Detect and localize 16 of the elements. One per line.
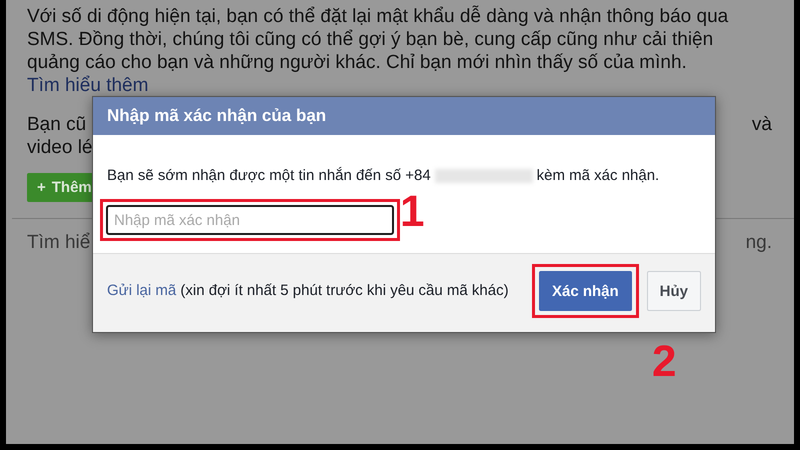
footer-text: Tìm hiể [27,231,90,254]
cancel-button[interactable]: Hủy [646,271,701,311]
body-text: video lé [27,136,92,159]
footer-text: ng. [746,231,772,254]
code-input-field[interactable]: Nhập mã xác nhận [106,205,394,235]
step-number: 1 [400,190,424,234]
learn-more-link[interactable]: Tìm hiểu thêm [27,75,148,96]
dialog-message: Bạn sẽ sớm nhận được một tin nhắn đến số +84 kèm mã xác nhận. [107,166,660,186]
step-number: 2 [652,340,676,384]
resend-link[interactable]: Gửi lại mã [107,282,176,299]
dialog-title: Nhập mã xác nhận của bạn [93,97,715,135]
confirm-button[interactable]: Xác nhận [538,271,632,311]
body-text: Bạn cũ [27,113,86,136]
body-text: và [752,113,772,136]
resend-note: Gửi lại mã (xin đợi ít nhất 5 phút trước khi yêu cầu mã khác) [107,281,510,301]
intro-paragraph: Với số di động hiện tại, bạn có thể đặt lại mật khẩu dễ dàng và nhận thông báo qua SMS. Đồng thời, chúng tôi cũng có thể gợi ý bạn bè, cung cấp cũng như cải thiện quảng cáo cho bạn và những người khác. Chỉ bạn mới nhìn thấy số của mình. Tìm hiểu thêm [27,5,730,97]
